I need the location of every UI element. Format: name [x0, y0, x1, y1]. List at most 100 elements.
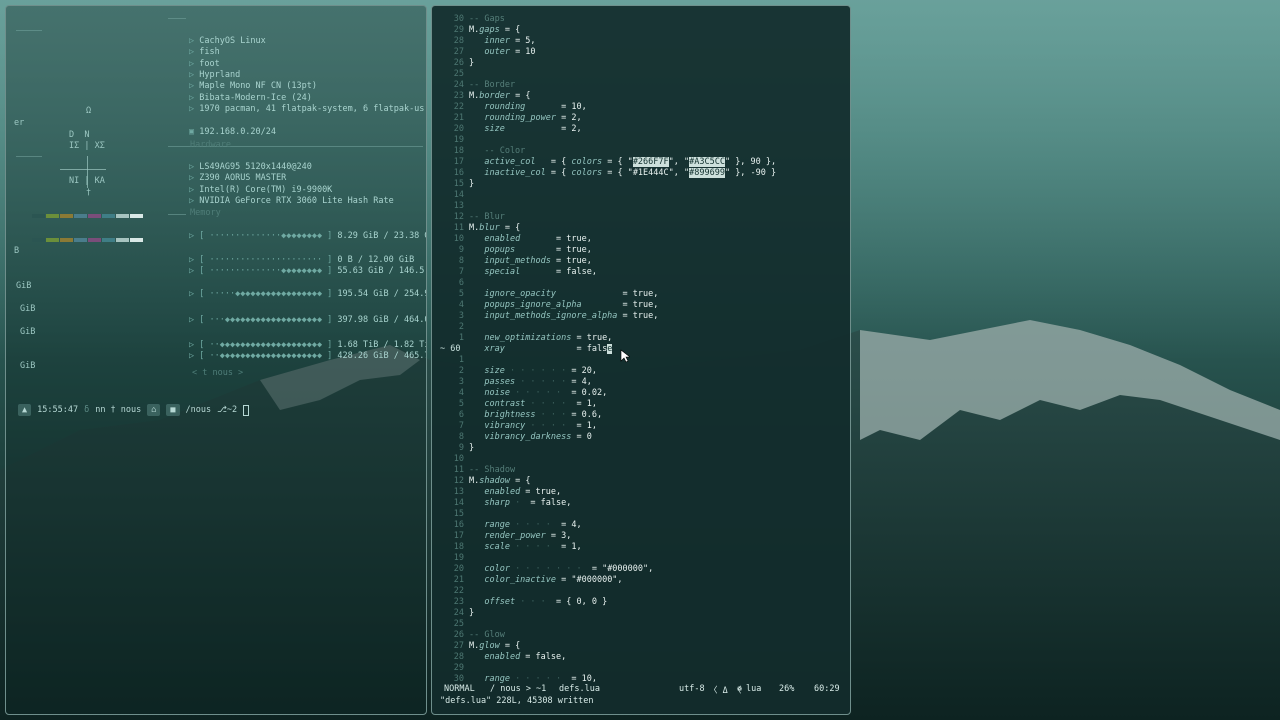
code-token: = { ": [602, 157, 633, 167]
usage-bar: [ ··············◆◆◆◆◆◆◆◆ ]: [199, 231, 338, 241]
code-token: = false,: [520, 267, 597, 277]
code-line[interactable]: range · · · · = 4,: [469, 520, 581, 531]
code-token: shadow: [479, 476, 510, 486]
code-line[interactable]: M.glow = {: [469, 641, 520, 652]
code-line[interactable]: -- Gaps: [469, 14, 505, 25]
git-status-icon: ⎇: [217, 405, 227, 415]
code-line[interactable]: offset · · · = { 0, 0 }: [469, 597, 607, 608]
code-token: -- Shadow: [469, 465, 516, 475]
editor-window[interactable]: 30 -- Gaps 29 M.gaps = {28 inner = 5, 27 out…: [431, 5, 851, 715]
fastfetch-value: LS49AG95 5120x1440@240: [199, 162, 312, 172]
line-number: 2: [458, 366, 464, 376]
code-line[interactable]: passes · · · · · = 4,: [469, 377, 592, 388]
code-line[interactable]: popups = true,: [469, 245, 591, 256]
code-line[interactable]: -- Color: [469, 146, 525, 157]
disk-icon: ▷: [189, 340, 200, 350]
code-line[interactable]: }: [469, 58, 474, 69]
usage-bar: [ ······················ ]: [199, 255, 338, 265]
code-line[interactable]: enabled = true,: [469, 234, 592, 245]
code-line[interactable]: rounding_power = 2,: [469, 113, 581, 124]
code-line[interactable]: render_power = 3,: [469, 531, 571, 542]
code-token: = 4,: [571, 377, 592, 387]
code-line[interactable]: vibrancy · · · · = 1,: [469, 421, 597, 432]
code-token: scale: [484, 542, 510, 552]
code-line[interactable]: contrast · · · · = 1,: [469, 399, 597, 410]
home-icon: ⌂: [147, 404, 161, 416]
code-line[interactable]: special = false,: [469, 267, 597, 278]
code-token: inactive_col: [484, 168, 546, 178]
line-number: 11: [453, 223, 464, 233]
line-number: 29: [453, 25, 464, 35]
code-line[interactable]: enabled = false,: [469, 652, 566, 663]
code-line[interactable]: new_optimizations = true,: [469, 333, 612, 344]
code-line[interactable]: size = 2,: [469, 124, 581, 135]
code-line[interactable]: }: [469, 179, 474, 190]
code-line[interactable]: -- Blur: [469, 212, 505, 223]
code-token: #1E444C: [632, 168, 669, 178]
line-number: 27: [453, 641, 464, 651]
code-line[interactable]: vibrancy_darkness = 0: [469, 432, 591, 443]
code-line[interactable]: M.blur = {: [469, 223, 520, 234]
code-line[interactable]: brightness · · · = 0.6,: [469, 410, 602, 421]
code-line[interactable]: input_methods_ignore_alpha = true,: [469, 311, 658, 322]
code-line[interactable]: -- Glow: [469, 630, 505, 641]
code-line[interactable]: color · · · · · · · = "#000000",: [469, 564, 653, 575]
code-line[interactable]: size · · · · · · = 20,: [469, 366, 597, 377]
memory-row: ▷ [ ··◆◆◆◆◆◆◆◆◆◆◆◆◆◆◆◆◆◆◆◆ ] 1.68 TiB / …: [189, 340, 426, 351]
code-line[interactable]: -- Shadow: [469, 465, 515, 476]
line-number: 6: [458, 410, 464, 420]
code-line[interactable]: M.gaps = {: [469, 25, 520, 36]
disk-icon: ▷: [189, 231, 200, 241]
line-number: 10: [453, 234, 464, 244]
code-line[interactable]: ignore_opacity = true,: [469, 289, 658, 300]
disk-icon: ▷: [189, 266, 200, 276]
code-token: ·: [509, 498, 526, 508]
color-swatch: [74, 214, 87, 218]
terminal-cursor[interactable]: [243, 404, 250, 416]
code-token: enabled: [484, 487, 521, 497]
command-line[interactable]: "defs.lua" 228L, 45308 written: [440, 696, 594, 706]
code-token: = true,: [520, 234, 592, 244]
code-line[interactable]: active_col = { colors = { "#266F7F", "#A…: [469, 157, 776, 168]
code-line[interactable]: sharp · = false,: [469, 498, 571, 509]
line-number: 7: [458, 267, 464, 277]
code-line[interactable]: M.border = {: [469, 91, 530, 102]
code-line[interactable]: }: [469, 608, 474, 619]
code-token: popups: [484, 245, 516, 255]
code-token: = 1,: [571, 399, 597, 409]
code-line[interactable]: inner = 5,: [469, 36, 535, 47]
code-line[interactable]: enabled = true,: [469, 487, 561, 498]
logo-fragment: Ω: [86, 106, 92, 116]
code-line[interactable]: color_inactive = "#000000",: [469, 575, 622, 586]
fastfetch-value: NVIDIA GeForce RTX 3060 Lite Hash Rate: [199, 195, 394, 206]
code-token: · · · ·: [525, 399, 572, 409]
code-line[interactable]: M.shadow = {: [469, 476, 530, 487]
code-token: contrast: [484, 399, 526, 409]
code-line[interactable]: popups_ignore_alpha = true,: [469, 300, 658, 311]
line-number: 6: [458, 278, 464, 288]
code-token: = true,: [556, 289, 659, 299]
code-line[interactable]: xray = false: [469, 344, 613, 355]
fastfetch-row: ▷ Z390 AORUS MASTER: [189, 173, 286, 184]
code-token: range: [484, 520, 510, 530]
prompt-git: ⎇~2: [217, 405, 238, 415]
code-token: · · · · · · ·: [509, 564, 587, 574]
logo-fragment: GiB: [16, 281, 32, 291]
code-token: = 20,: [571, 366, 597, 376]
code-line[interactable]: outer = 10: [469, 47, 535, 58]
code-line[interactable]: }: [469, 443, 474, 454]
terminal-window[interactable]: erΩD NΙΣ | ΧΣNI | KA†BGiBGiBGiBGiB ▷ Cac…: [5, 5, 427, 715]
code-line[interactable]: inactive_col = { colors = { "#1E444C", "…: [469, 168, 776, 179]
code-line[interactable]: -- Border: [469, 80, 515, 91]
divider: [16, 156, 42, 157]
code-line[interactable]: input_methods = true,: [469, 256, 591, 267]
code-line[interactable]: scale · · · · = 1,: [469, 542, 581, 553]
code-token: enabled: [484, 234, 521, 244]
code-line[interactable]: rounding = 10,: [469, 102, 586, 113]
memory-row: ▷ [ ··◆◆◆◆◆◆◆◆◆◆◆◆◆◆◆◆◆◆◆◆ ] 428.26 GiB …: [189, 351, 426, 362]
code-line[interactable]: noise · · · · · = 0.02,: [469, 388, 607, 399]
